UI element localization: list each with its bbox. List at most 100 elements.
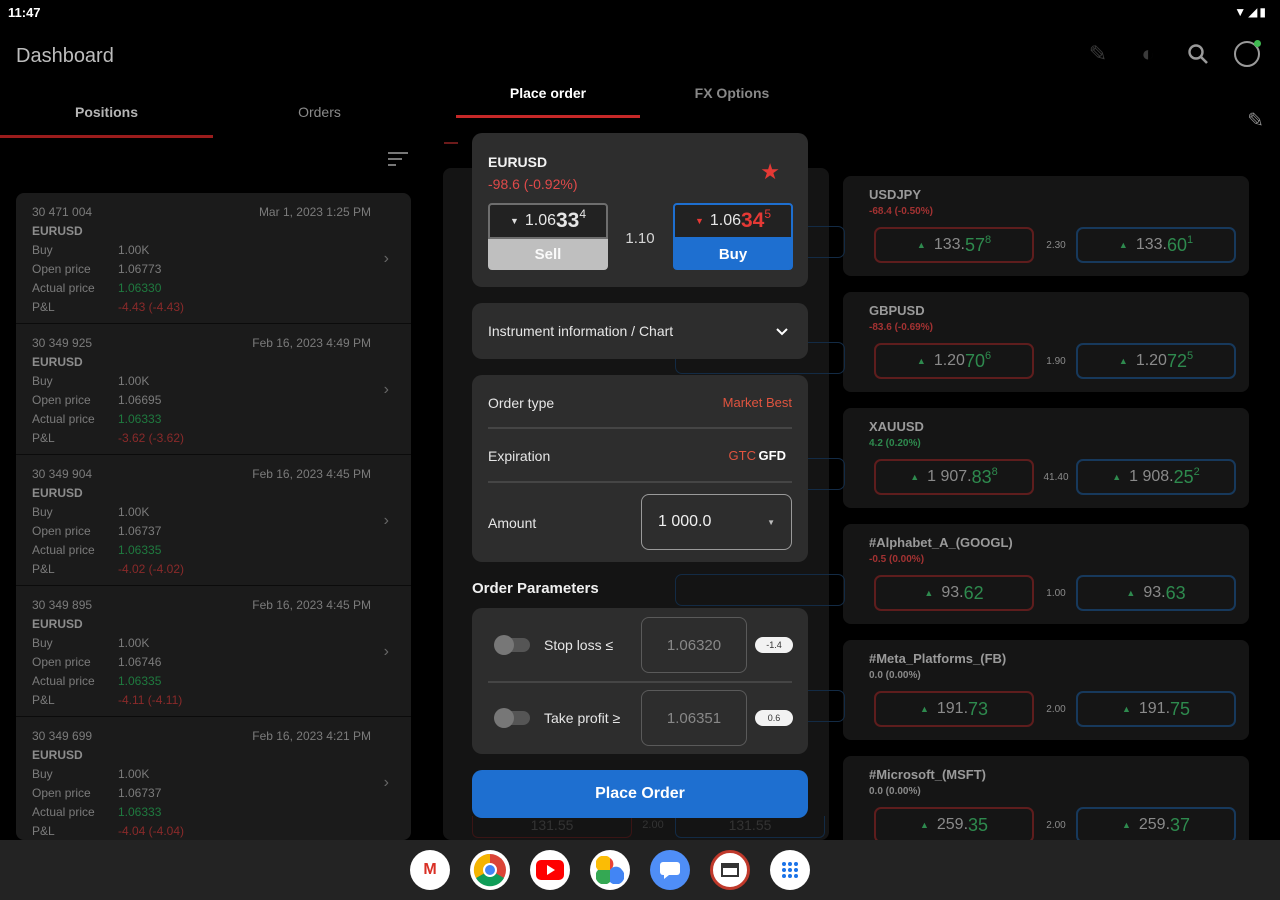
sell-price-display[interactable]: ▼ 1.06 33 4: [488, 203, 608, 239]
tab-fx-options[interactable]: FX Options: [640, 78, 824, 118]
sell-price-button[interactable]: ▲ 259. 35: [874, 807, 1034, 843]
place-order-button[interactable]: Place Order: [472, 770, 808, 818]
chevron-right-icon: ›: [383, 512, 389, 529]
app-icon[interactable]: [710, 850, 750, 890]
support-icon[interactable]: ◐: [1134, 40, 1162, 68]
price-big: 73: [968, 698, 989, 719]
chrome-icon[interactable]: [470, 850, 510, 890]
buy-price-button[interactable]: ▲ 133. 60 1: [1076, 227, 1236, 263]
pnl-value: -4.11 (-4.11): [118, 693, 183, 707]
buy-price-button[interactable]: ▲ 191. 75: [1076, 691, 1236, 727]
pnl-value: -4.04 (-4.04): [118, 824, 185, 838]
arrow-up-icon: ▲: [1126, 588, 1136, 598]
position-symbol: EURUSD: [32, 486, 83, 500]
arrow-up-icon: ▲: [919, 820, 929, 830]
tab-positions[interactable]: Positions: [0, 96, 213, 138]
instrument-change: -0.5 (0.00%): [869, 554, 925, 565]
price-prefix: 1.06: [709, 212, 741, 229]
buy-price-display[interactable]: ▼ 1.06 34 5: [673, 203, 793, 239]
arrow-up-icon: ▲: [1112, 472, 1122, 482]
instrument-card[interactable]: #Alphabet_A_(GOOGL) -0.5 (0.00%) ▲ 93. 62 …: [843, 524, 1249, 624]
gmail-icon[interactable]: M: [410, 850, 450, 890]
tab-indicator-fragment: [444, 142, 458, 144]
open-price-label: Open price: [32, 262, 91, 276]
price-prefix: 1.20: [1135, 352, 1167, 369]
sell-price-button[interactable]: ▲ 1.20 70 6: [874, 343, 1034, 379]
chevron-right-icon: ›: [383, 381, 389, 398]
position-size: 1.00K: [118, 636, 150, 650]
buy-button[interactable]: Buy: [673, 239, 793, 270]
expiration-gtc-option[interactable]: GTC: [729, 448, 756, 463]
actual-price-label: Actual price: [32, 412, 95, 426]
search-icon[interactable]: [1184, 40, 1212, 68]
expiration-label: Expiration: [488, 448, 551, 464]
take-profit-toggle[interactable]: [494, 708, 530, 728]
price-pip: 2: [1193, 466, 1200, 478]
instrument-change: 0.0 (0.00%): [869, 786, 921, 797]
amount-value: 1 000.0: [658, 513, 712, 530]
position-side: Buy: [32, 636, 53, 650]
position-row[interactable]: 30 471 004 Mar 1, 2023 1:25 PM EURUSD Buy…: [16, 193, 411, 324]
instrument-card[interactable]: GBPUSD -83.6 (-0.69%) ▲ 1.20 70 6 1.90 ▲ 1.2…: [843, 292, 1249, 392]
price-big: 62: [963, 582, 984, 603]
youtube-icon[interactable]: [530, 850, 570, 890]
tab-place-order[interactable]: Place order: [456, 78, 640, 118]
buy-price-button[interactable]: ▲ 259. 37: [1076, 807, 1236, 843]
instrument-change: -68.4 (-0.50%): [869, 206, 933, 217]
app-drawer-icon[interactable]: [770, 850, 810, 890]
messages-icon[interactable]: [650, 850, 690, 890]
instrument-card[interactable]: USDJPY -68.4 (-0.50%) ▲ 133. 57 8 2.30 ▲ 133…: [843, 176, 1249, 276]
position-row[interactable]: 30 349 925 Feb 16, 2023 4:49 PM EURUSD Bu…: [16, 324, 411, 455]
photos-icon[interactable]: [590, 850, 630, 890]
instrument-change: -83.6 (-0.69%): [869, 322, 933, 333]
price-prefix: 133.: [1135, 236, 1167, 253]
expiration-gfd-option[interactable]: GFD: [759, 448, 786, 463]
buy-price-button[interactable]: ▲ 93. 63: [1076, 575, 1236, 611]
instrument-card[interactable]: #Meta_Platforms_(FB) 0.0 (0.00%) ▲ 191. 73…: [843, 640, 1249, 740]
instrument-name: GBPUSD: [869, 303, 925, 318]
favorite-star-icon[interactable]: ★: [760, 159, 780, 185]
price-prefix: 1.20: [933, 352, 965, 369]
take-profit-input[interactable]: 1.06351: [641, 690, 747, 746]
chevron-right-icon: ›: [383, 643, 389, 660]
arrow-up-icon: ▲: [1118, 356, 1128, 366]
stop-loss-toggle[interactable]: [494, 635, 530, 655]
arrow-down-icon: ▼: [694, 216, 704, 226]
instrument-info-expander[interactable]: Instrument information / Chart: [472, 303, 808, 359]
amount-select[interactable]: 1 000.0 ▼: [641, 494, 792, 550]
tab-orders[interactable]: Orders: [213, 96, 426, 138]
sell-price-button[interactable]: ▲ 133. 57 8: [874, 227, 1034, 263]
position-row[interactable]: 30 349 895 Feb 16, 2023 4:45 PM EURUSD Bu…: [16, 586, 411, 717]
sell-price-button[interactable]: ▲ 1 907. 83 8: [874, 459, 1034, 495]
stop-loss-input[interactable]: 1.06320: [641, 617, 747, 673]
spread-value: 41.40: [1043, 472, 1069, 483]
sell-price-button[interactable]: ▲ 191. 73: [874, 691, 1034, 727]
buy-price-button[interactable]: ▲ 1.20 72 5: [1076, 343, 1236, 379]
account-icon[interactable]: [1234, 40, 1261, 67]
positions-list: 30 471 004 Mar 1, 2023 1:25 PM EURUSD Buy…: [16, 193, 411, 840]
instrument-card[interactable]: XAUUSD 4.2 (0.20%) ▲ 1 907. 83 8 41.40 ▲ 1 9…: [843, 408, 1249, 508]
spread-value: 2.00: [1046, 704, 1066, 715]
position-row[interactable]: 30 349 904 Feb 16, 2023 4:45 PM EURUSD Bu…: [16, 455, 411, 586]
price-prefix: 93.: [941, 584, 964, 601]
app-dock: M: [0, 840, 1280, 900]
status-icons: ▼◢▮: [1234, 5, 1268, 19]
arrow-up-icon: ▲: [1118, 240, 1128, 250]
buy-price-button[interactable]: ▲ 1 908. 25 2: [1076, 459, 1236, 495]
sell-price-button[interactable]: ▲ 93. 62: [874, 575, 1034, 611]
price-pip: 1: [1186, 234, 1194, 246]
position-row[interactable]: 30 349 699 Feb 16, 2023 4:21 PM EURUSD Bu…: [16, 717, 411, 840]
sell-button[interactable]: Sell: [488, 239, 608, 270]
edit-icon[interactable]: ✎: [1247, 108, 1264, 133]
clock: 11:47: [8, 5, 41, 20]
price-big: 75: [1170, 698, 1191, 719]
order-parameters-title: Order Parameters: [472, 580, 599, 597]
pnl-label: P&L: [32, 693, 55, 707]
instrument-quote-card: EURUSD -98.6 (-0.92%) ★ ▼ 1.06 33 4 1.10 ▼…: [472, 133, 808, 287]
position-symbol: EURUSD: [32, 617, 83, 631]
appbar-actions: ✎ ◐: [1084, 40, 1261, 68]
tools-icon[interactable]: ✎: [1084, 40, 1112, 68]
price-pip: 6: [984, 350, 992, 362]
sort-icon[interactable]: [388, 152, 408, 168]
order-type-value[interactable]: Market Best: [723, 395, 792, 410]
